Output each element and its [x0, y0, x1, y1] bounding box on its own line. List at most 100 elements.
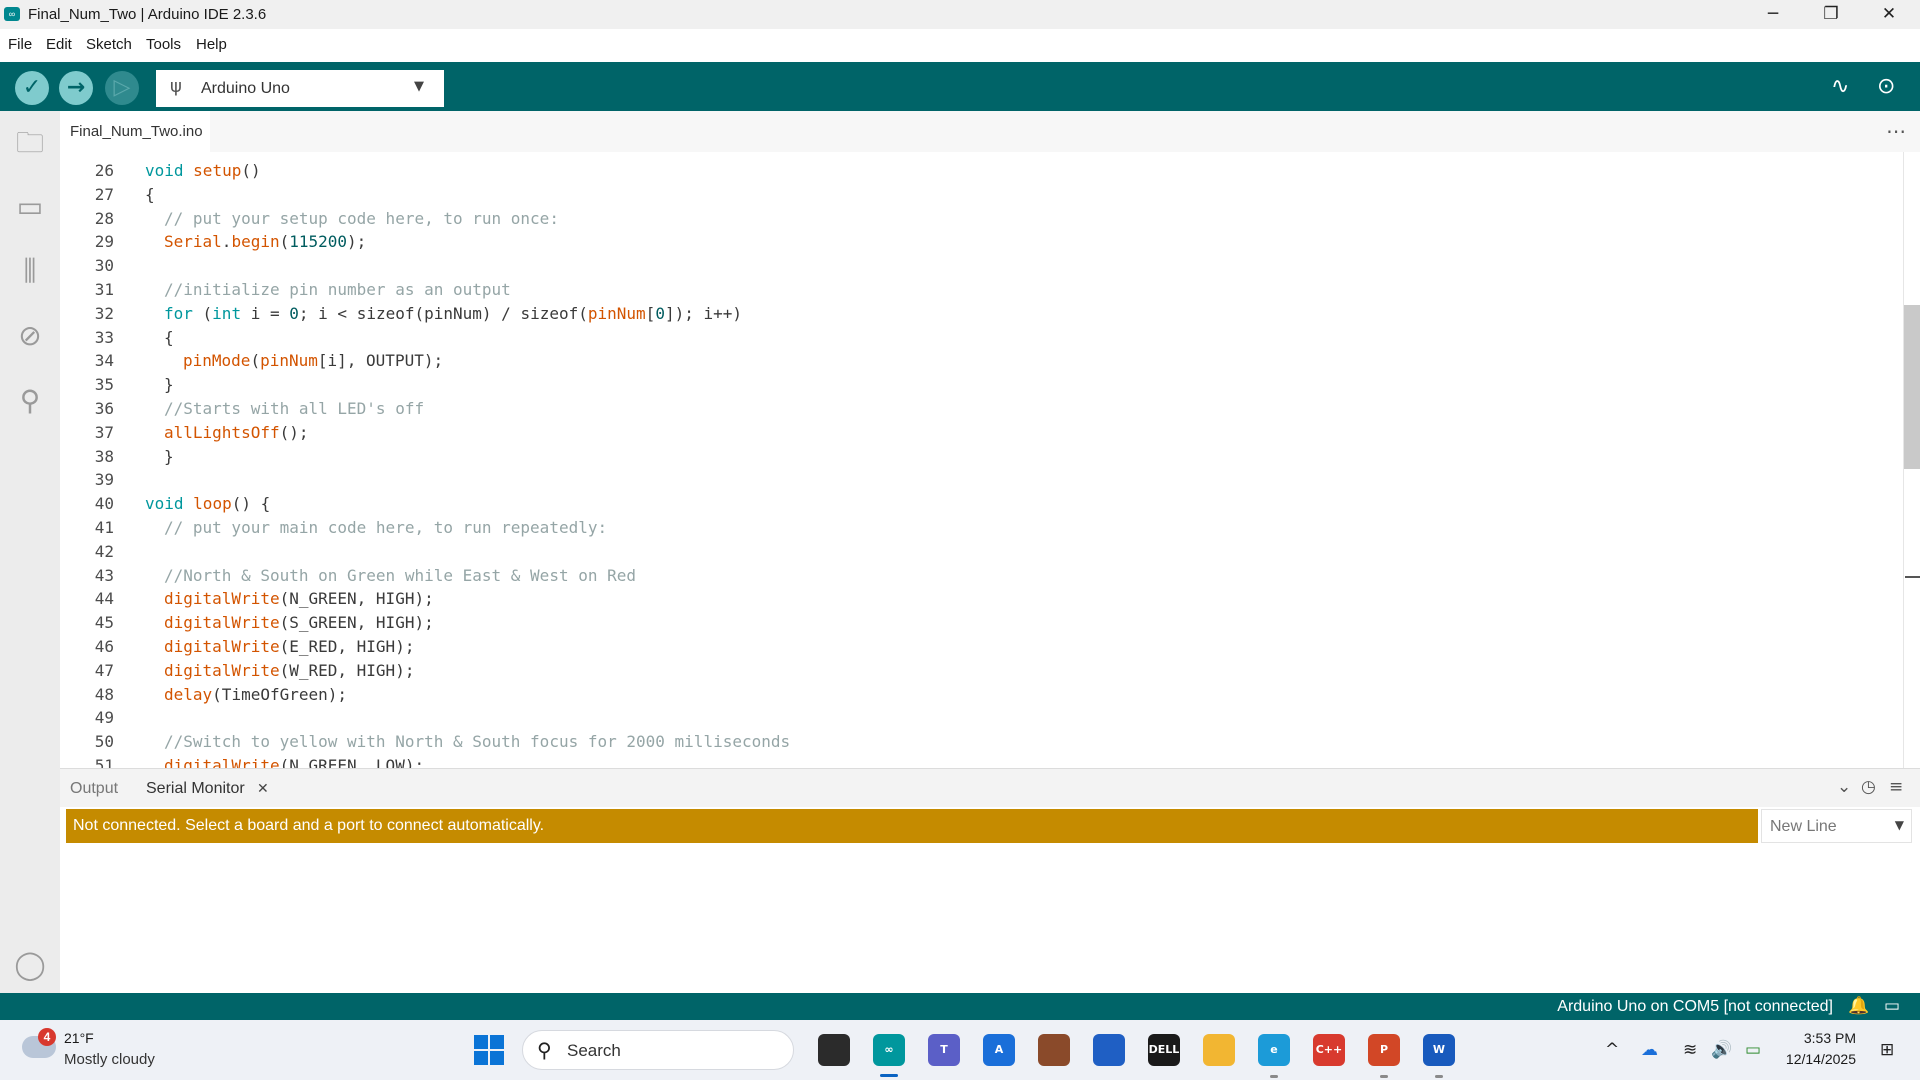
code-line: 43 //North & South on Green while East & …	[60, 564, 636, 588]
code-token: digitalWrite	[164, 660, 280, 680]
code-token: (	[202, 303, 213, 323]
tab-file-label: Final_Num_Two.ino	[70, 123, 203, 140]
code-line: 33 {	[60, 326, 174, 350]
weather-description[interactable]: Mostly cloudy	[64, 1051, 155, 1068]
code-line: 26 void setup()	[60, 159, 261, 183]
line-number: 39	[94, 470, 114, 490]
code-text: //North & South on Green while East & We…	[164, 564, 636, 588]
close-button[interactable]: ✕	[1860, 0, 1918, 29]
wifi-icon[interactable]: ≋	[1683, 1040, 1697, 1060]
timestamp-icon[interactable]: ◷	[1861, 777, 1876, 797]
word-app-icon[interactable]: W	[1423, 1034, 1455, 1066]
windows-start-icon[interactable]	[474, 1035, 504, 1065]
code-token: (N_GREEN, HIGH);	[279, 589, 434, 609]
board-selector[interactable]: ψ Arduino Uno ▼	[156, 70, 444, 107]
menu-file[interactable]: File	[8, 36, 32, 53]
sidebar: 🗀 ▭ ⫼ ⊘ ⚲ ◯	[0, 111, 60, 993]
code-editor[interactable]: 26 void setup() 27 {28 // put your setup cod…	[60, 152, 1903, 768]
notifications-icon[interactable]: ⊞	[1880, 1040, 1894, 1060]
line-number: 28	[94, 208, 114, 228]
chevron-down-icon: ▼	[1894, 818, 1904, 832]
edge-app-icon[interactable]: e	[1258, 1034, 1290, 1066]
code-token: (	[250, 351, 261, 371]
bell-icon[interactable]: 🔔	[1848, 996, 1869, 1016]
devcpp-app-icon[interactable]: C++	[1313, 1034, 1345, 1066]
serial-plotter-icon[interactable]: ∿	[1831, 74, 1849, 99]
line-number: 36	[94, 398, 114, 418]
code-token: 0	[655, 303, 665, 323]
battery-icon[interactable]: ▭	[1745, 1040, 1761, 1060]
scrollbar-thumb[interactable]	[1904, 305, 1920, 469]
verify-button[interactable]: ✓	[15, 71, 49, 105]
debug-button[interactable]: ▷	[105, 71, 139, 105]
teams-app-icon[interactable]: T	[928, 1034, 960, 1066]
code-text: pinMode(pinNum[i], OUTPUT);	[183, 349, 443, 373]
code-lines: 26 void setup() 27 {28 // put your setup cod…	[60, 159, 790, 768]
code-text: {	[145, 183, 155, 207]
code-token: Serial	[164, 232, 222, 252]
azure-app-icon[interactable]: A	[983, 1034, 1015, 1066]
search-icon: ⚲	[537, 1038, 552, 1062]
code-text: // put your main code here, to run repea…	[164, 516, 607, 540]
search-icon[interactable]: ⚲	[10, 381, 50, 421]
layout-icon[interactable]: ▭	[1884, 996, 1900, 1016]
menu-sketch[interactable]: Sketch	[86, 36, 132, 53]
code-line: 42	[60, 540, 114, 564]
account-icon[interactable]: ◯	[10, 945, 50, 985]
code-line: 41 // put your main code here, to run rep…	[60, 516, 607, 540]
clock-date[interactable]: 12/14/2025	[1786, 1051, 1856, 1067]
powerpoint-app-icon[interactable]: P	[1368, 1034, 1400, 1066]
taskbar-search[interactable]: ⚲ Search	[522, 1030, 794, 1070]
code-line: 44 digitalWrite(N_GREEN, HIGH);	[60, 587, 434, 611]
taskview-app-icon[interactable]	[818, 1034, 850, 1066]
photos-app-icon[interactable]	[1038, 1034, 1070, 1066]
weather-temperature[interactable]: 21°F	[64, 1030, 94, 1046]
close-icon[interactable]: ✕	[257, 781, 269, 797]
menu-tools[interactable]: Tools	[146, 36, 181, 53]
code-text: digitalWrite(N_GREEN, HIGH);	[164, 587, 434, 611]
line-number: 35	[94, 375, 114, 395]
upload-button[interactable]: →	[59, 71, 93, 105]
menu-help[interactable]: Help	[196, 36, 227, 53]
store-app-icon[interactable]	[1093, 1034, 1125, 1066]
tab-serial-monitor[interactable]: Serial Monitor	[146, 780, 245, 798]
code-line: 28 // put your setup code here, to run on…	[60, 207, 559, 231]
editor-scrollbar[interactable]	[1903, 152, 1920, 768]
clear-output-icon[interactable]: ≡	[1889, 777, 1903, 797]
library-manager-icon[interactable]: ⫼	[10, 251, 50, 291]
tab-file[interactable]: Final_Num_Two.ino	[60, 111, 210, 152]
scrollbar-marker	[1905, 576, 1920, 578]
code-text: {	[164, 326, 174, 350]
code-token: begin	[231, 232, 280, 252]
debug-icon[interactable]: ⊘	[10, 316, 50, 356]
maximize-button[interactable]: ❐	[1802, 0, 1860, 29]
chevron-up-icon[interactable]: ^	[1605, 1040, 1619, 1060]
collapse-panel-icon[interactable]: ⌄	[1837, 777, 1851, 797]
line-ending-select[interactable]: New Line ▼	[1761, 809, 1912, 843]
status-board-port[interactable]: Arduino Uno on COM5 [not connected]	[1557, 998, 1833, 1016]
serial-monitor-icon[interactable]: ⊙	[1877, 74, 1895, 99]
code-token: {	[164, 327, 174, 347]
code-line: 48 delay(TimeOfGreen);	[60, 683, 347, 707]
more-icon[interactable]: ⋯	[1886, 119, 1906, 143]
panel-tabs: Output Serial Monitor ✕ ⌄ ◷ ≡	[60, 768, 1920, 807]
arduino-app-icon[interactable]: ∞	[873, 1034, 905, 1066]
folder-icon[interactable]: 🗀	[10, 123, 50, 163]
onedrive-icon[interactable]: ☁	[1641, 1040, 1658, 1060]
line-number: 43	[94, 565, 114, 585]
board-manager-icon[interactable]: ▭	[10, 187, 50, 227]
connection-notice: Not connected. Select a board and a port…	[66, 809, 1758, 843]
code-token: ]); i++)	[664, 303, 743, 323]
minimize-button[interactable]: ─	[1744, 0, 1802, 29]
code-token: allLightsOff	[164, 422, 280, 442]
code-token: loop	[193, 494, 232, 514]
dell-app-icon[interactable]: DELL	[1148, 1034, 1180, 1066]
line-number: 50	[94, 732, 114, 752]
menu-edit[interactable]: Edit	[46, 36, 72, 53]
line-number: 29	[94, 232, 114, 252]
clock-time[interactable]: 3:53 PM	[1804, 1030, 1856, 1046]
tab-output[interactable]: Output	[70, 780, 118, 798]
volume-icon[interactable]: 🔊	[1711, 1040, 1732, 1060]
line-number: 38	[94, 446, 114, 466]
file-explorer-app-icon[interactable]	[1203, 1034, 1235, 1066]
